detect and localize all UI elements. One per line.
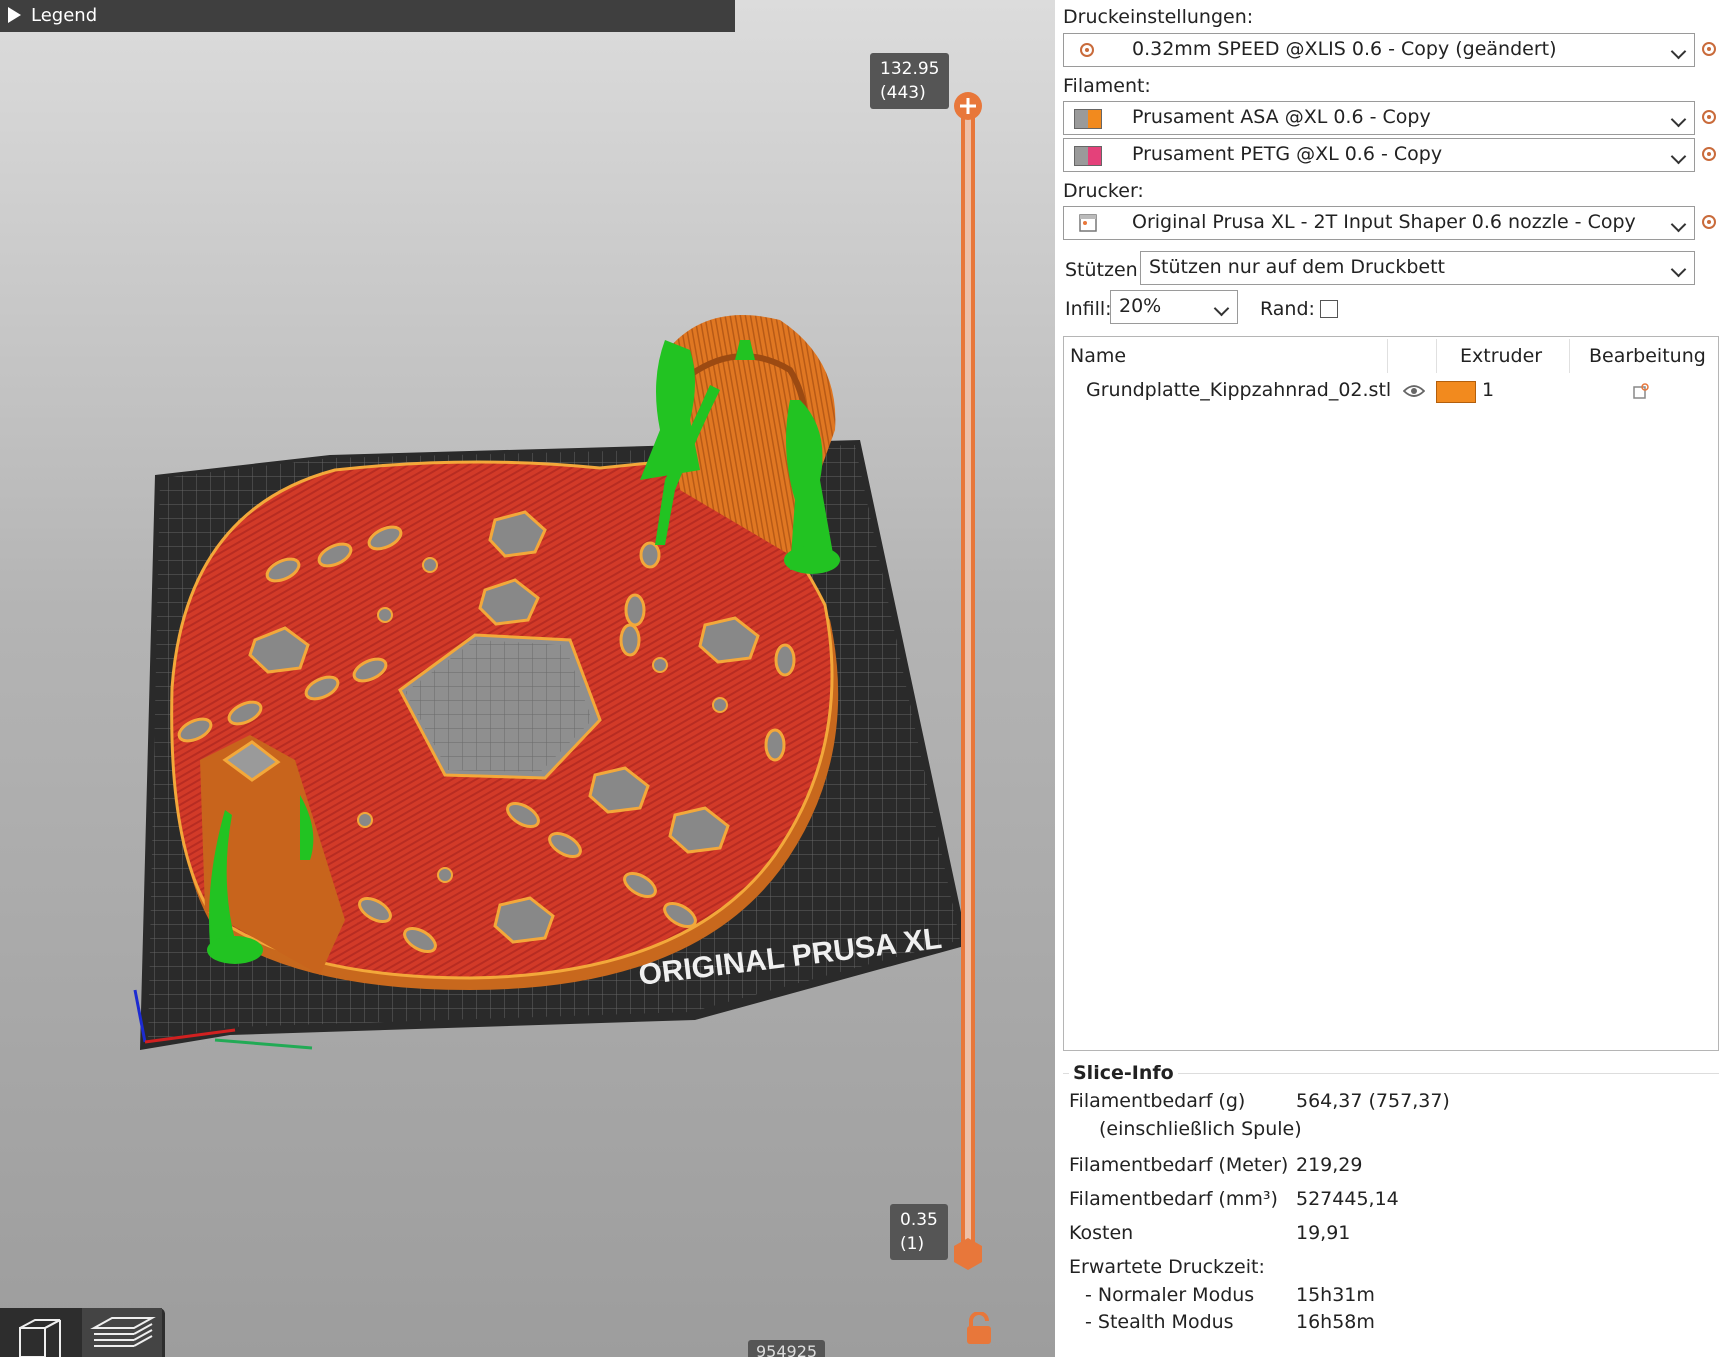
- gear-icon[interactable]: [1700, 40, 1718, 58]
- chevron-down-icon: [1670, 111, 1687, 128]
- supports-combo[interactable]: Stützen nur auf dem Druckbett: [1140, 251, 1695, 285]
- gcode-preview-scene[interactable]: ORIGINAL PRUSA XL: [0, 0, 1055, 1357]
- preview-layers-icon[interactable]: [82, 1308, 162, 1357]
- printer-value: Original Prusa XL - 2T Input Shaper 0.6 …: [1132, 211, 1636, 233]
- table-row[interactable]: Grundplatte_Kippzahnrad_02.stl 1: [1064, 375, 1718, 409]
- brim-checkbox[interactable]: [1320, 300, 1338, 318]
- view-type-toolbar: [0, 1308, 165, 1357]
- info-label: Erwartete Druckzeit:: [1069, 1256, 1265, 1278]
- slice-info-section: Slice-Info Filamentbedarf (g) (einschlie…: [1063, 1060, 1719, 1357]
- info-label: Filamentbedarf (g): [1069, 1090, 1246, 1112]
- infill-value: 20%: [1119, 295, 1162, 317]
- gear-icon[interactable]: [1700, 213, 1718, 231]
- filament-color-swatch: [1074, 109, 1102, 129]
- print-settings-label: Druckeinstellungen:: [1063, 6, 1254, 28]
- printer-icon: [1079, 214, 1097, 232]
- layer-top-number: (443): [880, 83, 926, 103]
- info-value: 19,91: [1296, 1222, 1351, 1244]
- info-value: 219,29: [1296, 1154, 1363, 1176]
- edit-icon[interactable]: [1632, 383, 1650, 401]
- filament-1-value: Prusament ASA @XL 0.6 - Copy: [1132, 106, 1431, 128]
- gear-icon[interactable]: [1700, 108, 1718, 126]
- filament-color-swatch: [1074, 146, 1102, 166]
- info-sublabel: (einschließlich Spule): [1099, 1118, 1302, 1140]
- printer-label: Drucker:: [1063, 180, 1144, 202]
- chevron-down-icon: [1670, 43, 1687, 60]
- supports-label: Stützen:: [1065, 259, 1145, 281]
- info-label: Filamentbedarf (Meter): [1069, 1154, 1289, 1176]
- legend-toggle[interactable]: Legend: [0, 0, 735, 32]
- layer-bottom-label: 0.35 (1): [890, 1204, 948, 1260]
- chevron-down-icon: [1213, 300, 1230, 317]
- supports-value: Stützen nur auf dem Druckbett: [1149, 256, 1445, 278]
- sidebar-panel: Druckeinstellungen: 0.32mm SPEED @XLIS 0…: [1055, 0, 1719, 1357]
- sliced-object: [170, 315, 840, 990]
- filament-label: Filament:: [1063, 75, 1151, 97]
- object-list: Name Extruder Bearbeitung Grundplatte_Ki…: [1063, 336, 1719, 1051]
- object-name: Grundplatte_Kippzahnrad_02.stl: [1086, 379, 1392, 401]
- chevron-down-icon: [1670, 148, 1687, 165]
- col-header-name: Name: [1070, 345, 1127, 367]
- info-label: - Stealth Modus: [1085, 1311, 1234, 1333]
- infill-combo[interactable]: 20%: [1110, 290, 1238, 324]
- legend-label: Legend: [31, 5, 98, 26]
- layer-slider-bottom-handle: [954, 1238, 982, 1270]
- info-value: 15h31m: [1296, 1284, 1375, 1306]
- 3d-viewport[interactable]: ORIGINAL PRUSA XL Legend 132.95 (443) 0.…: [0, 0, 1055, 1357]
- layer-bottom-height: 0.35: [900, 1210, 938, 1230]
- printer-combo[interactable]: Original Prusa XL - 2T Input Shaper 0.6 …: [1063, 206, 1695, 240]
- layer-top-height: 132.95: [880, 59, 940, 79]
- layer-top-label: 132.95 (443): [870, 53, 950, 109]
- gear-icon: [1080, 43, 1094, 57]
- expand-triangle-icon: [8, 7, 21, 23]
- infill-label: Infill:: [1065, 298, 1112, 320]
- filament-combo-1[interactable]: Prusament ASA @XL 0.6 - Copy: [1063, 101, 1695, 135]
- chevron-down-icon: [1670, 261, 1687, 278]
- col-header-extruder: Extruder: [1460, 345, 1543, 367]
- info-label: Kosten: [1069, 1222, 1134, 1244]
- slice-info-title: Slice-Info: [1069, 1062, 1178, 1084]
- 3d-view-icon[interactable]: [0, 1308, 80, 1357]
- info-label: Filamentbedarf (mm³): [1069, 1188, 1278, 1210]
- lock-icon[interactable]: [964, 1312, 994, 1346]
- extruder-number[interactable]: 1: [1482, 379, 1494, 401]
- filament-2-value: Prusament PETG @XL 0.6 - Copy: [1132, 143, 1443, 165]
- info-value: 16h58m: [1296, 1311, 1375, 1333]
- col-header-edit: Bearbeitung: [1589, 345, 1706, 367]
- layer-bottom-number: (1): [900, 1234, 925, 1254]
- extruder-color-swatch[interactable]: [1436, 381, 1476, 403]
- layer-slider[interactable]: [954, 92, 982, 1270]
- brim-label: Rand:: [1260, 298, 1315, 320]
- info-value: 564,37 (757,37): [1296, 1090, 1450, 1112]
- info-value: 527445,14: [1296, 1188, 1399, 1210]
- print-settings-combo[interactable]: 0.32mm SPEED @XLIS 0.6 - Copy (geändert): [1063, 33, 1695, 67]
- chevron-down-icon: [1670, 216, 1687, 233]
- gear-icon[interactable]: [1700, 145, 1718, 163]
- filament-combo-2[interactable]: Prusament PETG @XL 0.6 - Copy: [1063, 138, 1695, 172]
- print-settings-value: 0.32mm SPEED @XLIS 0.6 - Copy (geändert): [1132, 38, 1557, 60]
- eye-icon[interactable]: [1403, 384, 1425, 398]
- info-label: - Normaler Modus: [1085, 1284, 1255, 1306]
- move-counter: 954925: [748, 1340, 826, 1357]
